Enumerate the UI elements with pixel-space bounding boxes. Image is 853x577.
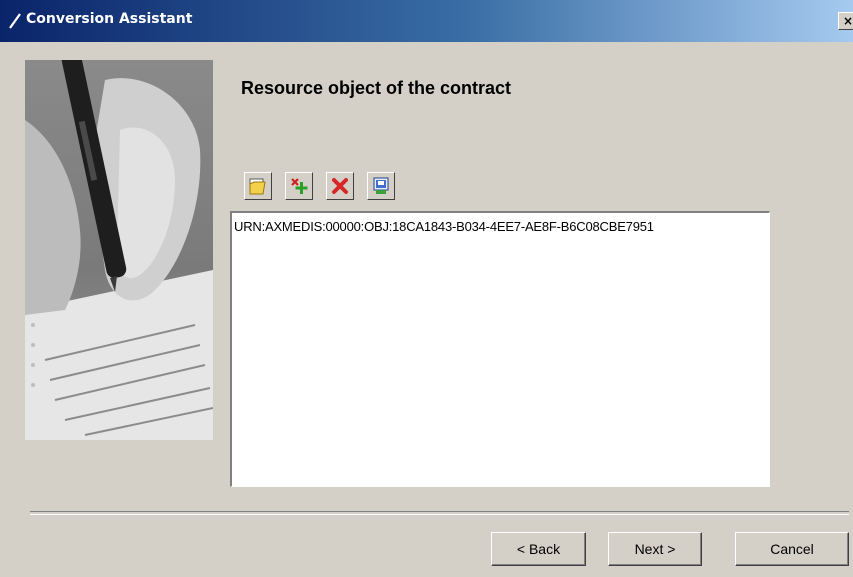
wizard-illustration [25,60,213,440]
cancel-button[interactable]: Cancel [735,532,849,566]
add-resource-button[interactable] [285,172,313,200]
footer-divider [30,511,849,515]
close-icon: × [843,14,853,28]
open-folder-button[interactable] [244,172,272,200]
window-title: Conversion Assistant [26,11,193,27]
pen-icon [9,13,21,29]
back-button[interactable]: < Back [491,532,586,566]
next-button[interactable]: Next > [608,532,702,566]
resource-list[interactable]: URN:AXMEDIS:00000:OBJ:18CA1843-B034-4EE7… [230,211,770,487]
properties-button[interactable] [367,172,395,200]
folder-open-icon [249,178,266,195]
page-heading: Resource object of the contract [241,78,512,98]
remove-resource-button[interactable] [326,172,354,200]
title-bar[interactable]: Conversion Assistant × [0,0,853,42]
close-button[interactable]: × [838,12,853,30]
list-item[interactable]: URN:AXMEDIS:00000:OBJ:18CA1843-B034-4EE7… [234,219,654,234]
add-plus-icon [291,178,308,194]
properties-icon [373,177,389,194]
delete-x-icon [332,178,348,194]
